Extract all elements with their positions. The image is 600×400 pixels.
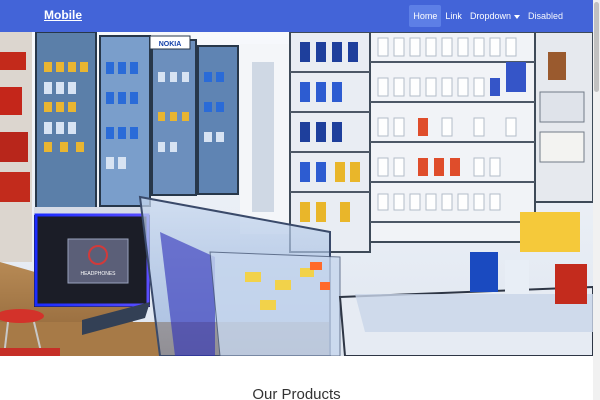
phone-shelving (289, 32, 593, 253)
accessory-wall: NOKIA (35, 32, 239, 211)
nav-dropdown-label: Dropdown (469, 11, 511, 21)
nav-disabled: Disabled (527, 11, 563, 21)
nav-dropdown[interactable]: Dropdown (466, 5, 524, 27)
chevron-down-icon (513, 14, 520, 19)
hero-image: NOKIA HEADPHONES (0, 32, 593, 356)
hero-banner: NOKIA HEADPHONES (0, 32, 593, 356)
monitor-text: HEADPHONES (80, 271, 116, 277)
nav-link[interactable]: Link (441, 5, 466, 27)
page-scrollbar[interactable] (593, 0, 600, 400)
nav-home[interactable]: Home (409, 5, 442, 27)
brand-sign: NOKIA (159, 41, 182, 48)
navbar: Mobile Home Link Dropdown Disabled (0, 0, 593, 32)
brand-link[interactable]: Mobile (44, 8, 82, 22)
scrollbar-thumb[interactable] (594, 2, 599, 92)
section-title: Our Products (252, 386, 341, 400)
nav-menu: Home Link Dropdown Disabled (409, 5, 567, 27)
